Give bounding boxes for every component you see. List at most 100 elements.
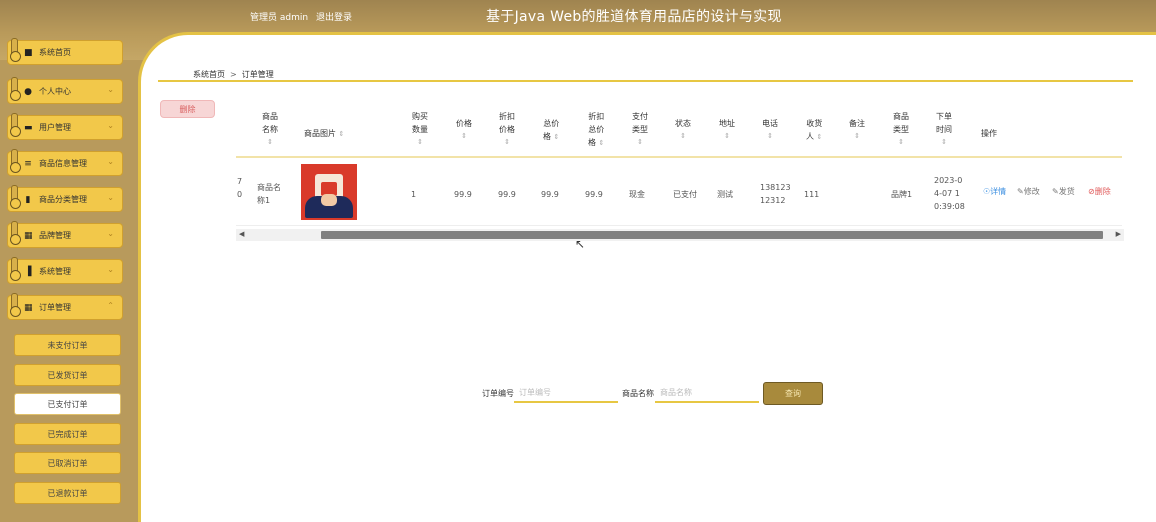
column-header-product-type[interactable]: 商品 类型 ⇕ [893, 110, 909, 149]
product-thumbnail[interactable] [301, 164, 357, 220]
table-header-divider [236, 156, 1122, 158]
ship-button[interactable]: ✎发货 [1052, 186, 1075, 197]
sidebar-item-label: 品牌管理 [39, 231, 71, 240]
column-header-total-price[interactable]: 总价 格 ⇕ [543, 117, 559, 144]
sort-icon[interactable]: ⇕ [632, 136, 648, 149]
sidebar-item-orders[interactable]: ▦ 订单管理 ⌃ [7, 293, 123, 320]
sidebar-item-profile[interactable]: ● 个人中心 ⌄ [7, 77, 123, 104]
cell-receiver: 111 [804, 190, 820, 199]
chevron-down-icon: ⌄ [107, 85, 114, 94]
sidebar-item-brands[interactable]: ▦ 品牌管理 ⌄ [7, 221, 123, 248]
sort-icon[interactable]: ⇕ [675, 130, 691, 143]
detail-button[interactable]: ☉详情 [983, 186, 1006, 197]
sidebar-item-system[interactable]: ▐ 系统管理 ⌄ [7, 257, 123, 284]
header-text: 折扣 [499, 112, 515, 121]
scrollbar-thumb[interactable] [321, 231, 1103, 239]
sort-icon[interactable]: ⇕ [599, 139, 605, 147]
menu-ring [10, 198, 21, 209]
sort-icon[interactable]: ⇕ [456, 130, 472, 143]
sort-icon[interactable]: ⇕ [260, 136, 280, 149]
cell-text: 称1 [257, 196, 271, 205]
column-header-address[interactable]: 地址 ⇕ [719, 117, 735, 143]
column-header-phone[interactable]: 电话 ⇕ [762, 117, 778, 143]
product-image-shape [321, 194, 337, 206]
column-header-receiver[interactable]: 收货 人 ⇕ [806, 117, 822, 144]
scroll-right-icon[interactable]: ▶ [1116, 230, 1121, 238]
scroll-left-icon[interactable]: ◀ [239, 230, 244, 238]
header-text: 人 [806, 132, 814, 141]
breadcrumb-current: 订单管理 [241, 70, 274, 79]
header-text: 下单 [936, 112, 952, 121]
action-label: 发货 [1058, 187, 1075, 196]
edit-button[interactable]: ✎修改 [1017, 186, 1040, 197]
menu-ring [10, 126, 21, 137]
column-header-pay-type[interactable]: 支付 类型 ⇕ [632, 110, 648, 149]
column-header-quantity[interactable]: 购买 数量 ⇕ [412, 110, 428, 149]
column-header-product-name[interactable]: 商品 名称 ⇕ [260, 110, 280, 149]
column-header-remark[interactable]: 备注 ⇕ [849, 117, 865, 143]
column-header-product-image[interactable]: 商品图片 ⇕ [304, 127, 344, 141]
column-header-discount-total[interactable]: 折扣 总价 格 ⇕ [588, 110, 604, 150]
action-label: 修改 [1023, 187, 1040, 196]
cell-address: 测试 [717, 190, 733, 199]
main-panel [138, 32, 1156, 522]
sort-icon[interactable]: ⇕ [499, 136, 515, 149]
sort-icon[interactable]: ⇕ [893, 136, 909, 149]
sort-icon[interactable]: ⇕ [339, 130, 345, 138]
submenu-cancelled-orders[interactable]: 已取消订单 [14, 452, 121, 474]
sort-icon[interactable]: ⇕ [719, 130, 735, 143]
chevron-down-icon: ⌄ [107, 265, 114, 274]
header-text: 商品 [893, 112, 909, 121]
menu-ring [10, 270, 21, 281]
user-card-icon: ▬ [24, 122, 33, 133]
header-text: 商品 [262, 112, 278, 121]
submenu-completed-orders[interactable]: 已完成订单 [14, 423, 121, 445]
order-no-input[interactable] [514, 384, 618, 403]
product-name-label: 商品名称 [622, 389, 654, 398]
column-header-status[interactable]: 状态 ⇕ [675, 117, 691, 143]
breadcrumb-home[interactable]: 系统首页 [193, 70, 225, 79]
cell-order-time: 2023-0 4-07 1 0:39:08 [934, 174, 965, 213]
header-text: 商品图片 [304, 129, 336, 138]
breadcrumb-divider [158, 80, 1133, 82]
delete-button[interactable]: 删除 [160, 100, 215, 118]
header-text: 数量 [412, 125, 428, 134]
header-text: 价格 [499, 125, 515, 134]
sort-icon[interactable]: ⇕ [762, 130, 778, 143]
person-icon: ● [24, 86, 32, 97]
product-name-input[interactable] [655, 384, 759, 403]
logout-link[interactable]: 退出登录 [316, 13, 352, 23]
submenu-shipped-orders[interactable]: 已发货订单 [14, 364, 121, 386]
menu-ring [10, 162, 21, 173]
sort-icon[interactable]: ⇕ [554, 133, 560, 141]
header-text: 状态 [675, 119, 691, 128]
sort-icon[interactable]: ⇕ [412, 136, 428, 149]
cell-discount-total: 99.9 [585, 190, 603, 199]
sort-icon[interactable]: ⇕ [817, 133, 823, 141]
cell-text: 138123 [760, 183, 791, 192]
menu-ring [10, 234, 21, 245]
sort-icon[interactable]: ⇕ [849, 130, 865, 143]
cell-text: 0:39:08 [934, 202, 965, 211]
sidebar-item-home[interactable]: ■ 系统首页 [7, 38, 123, 65]
header-text: 电话 [762, 119, 778, 128]
column-header-price[interactable]: 价格 ⇕ [456, 117, 472, 143]
order-no-label: 订单编号 [482, 389, 514, 398]
cell-pay-type: 现金 [629, 190, 645, 199]
column-header-order-time[interactable]: 下单 时间 ⇕ [936, 110, 952, 149]
sidebar-item-categories[interactable]: ▮ 商品分类管理 ⌄ [7, 185, 123, 212]
header-text: 格 [588, 138, 596, 147]
column-header-discount-price[interactable]: 折扣 价格 ⇕ [499, 110, 515, 149]
submenu-unpaid-orders[interactable]: 未支付订单 [14, 334, 121, 356]
horizontal-scrollbar[interactable]: ◀ ▶ [236, 229, 1124, 241]
sidebar-item-products[interactable]: ≡ 商品信息管理 ⌄ [7, 149, 123, 176]
action-label: 详情 [990, 187, 1007, 196]
submenu-refunded-orders[interactable]: 已退款订单 [14, 482, 121, 504]
sidebar-item-users[interactable]: ▬ 用户管理 ⌄ [7, 113, 123, 140]
column-header-actions: 操作 [981, 127, 997, 140]
submenu-paid-orders[interactable]: 已支付订单 [14, 393, 121, 415]
header-text: 购买 [412, 112, 428, 121]
sort-icon[interactable]: ⇕ [936, 136, 952, 149]
row-delete-button[interactable]: ⊘删除 [1088, 186, 1111, 197]
search-button[interactable]: 查询 [763, 382, 823, 405]
